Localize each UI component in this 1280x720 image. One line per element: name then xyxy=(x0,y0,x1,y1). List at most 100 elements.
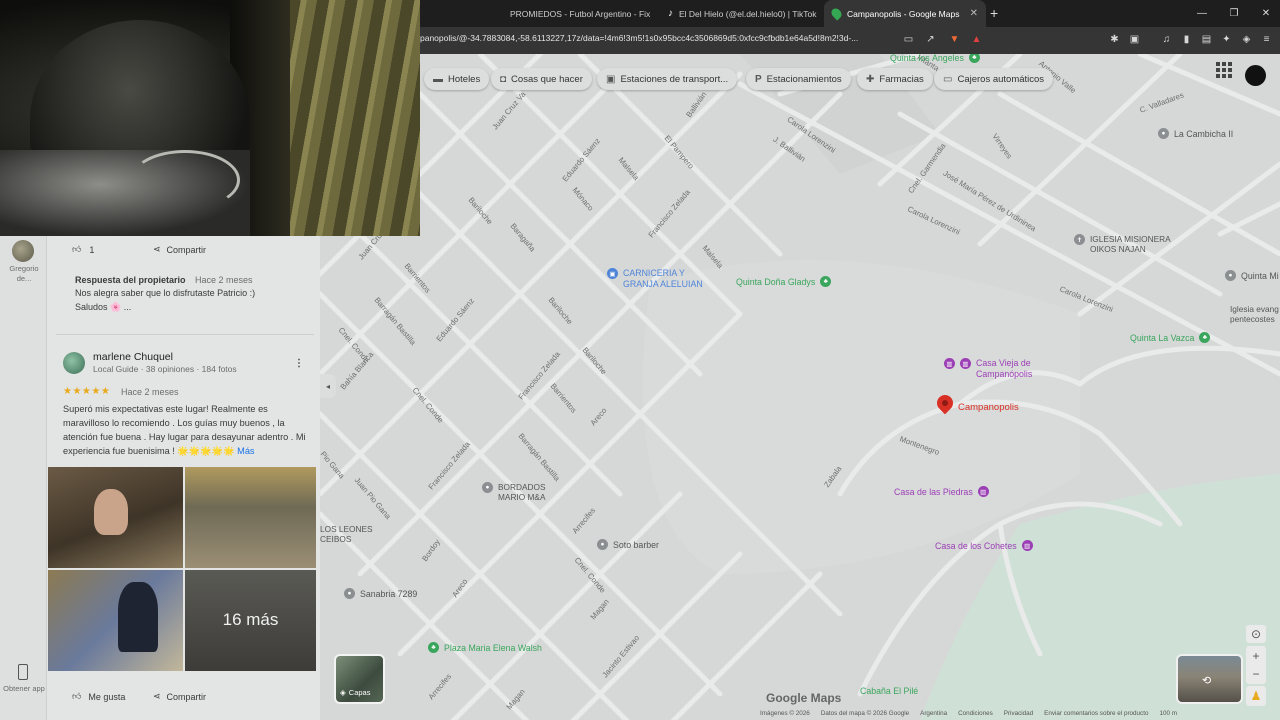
selected-place-label[interactable]: Campanopolis xyxy=(958,402,1019,413)
map-canvas[interactable]: Juan Cruz Va Ballivián El Pampero Malsel… xyxy=(320,54,1280,720)
menu-icon[interactable]: ≡ xyxy=(1260,33,1273,46)
owner-reply-title: Respuesta del propietario xyxy=(75,275,186,285)
review-time: Hace 2 meses xyxy=(121,387,179,397)
poi-marker[interactable]: ▣ CARNICERIA Y GRANJA ALELUIAN xyxy=(607,268,703,290)
more-options-icon[interactable]: ⋮ xyxy=(294,358,304,369)
museum-icon: ▥ xyxy=(1021,540,1033,551)
share-button[interactable]: ⋖ Compartir xyxy=(153,244,206,255)
new-tab-button[interactable]: + xyxy=(990,5,998,21)
poi-marker[interactable]: LOS LEONES CEIBOS xyxy=(320,524,373,544)
review-photo-more[interactable]: 16 más xyxy=(185,570,316,671)
collapse-panel-button[interactable]: ◂ xyxy=(320,374,336,398)
poi-marker[interactable]: Cabaña El Pilé xyxy=(860,686,918,696)
poi-marker[interactable]: Quinta La Vazca ♣ xyxy=(1130,332,1211,343)
chip-estaciones[interactable]: ▣ Estaciones de transport... xyxy=(597,68,738,90)
google-maps-icon xyxy=(829,6,844,21)
extensions-icon[interactable]: ✱ xyxy=(1108,33,1121,46)
museum-icon: ▥ xyxy=(977,486,989,497)
poi-marker[interactable]: Casa de los Cohetes ▥ xyxy=(935,540,1033,551)
wallet-icon[interactable]: ▤ xyxy=(1200,33,1213,46)
review-text: Superó mis expectativas este lugar! Real… xyxy=(63,404,306,456)
get-app-label[interactable]: Obtener app xyxy=(2,684,46,694)
share-button[interactable]: ⋖ Compartir xyxy=(153,691,206,702)
sidebar-icon[interactable]: ▮ xyxy=(1180,33,1193,46)
like-button[interactable]: 👍︎ Me gusta xyxy=(72,691,125,702)
brave-shield-icon[interactable]: ▼ xyxy=(948,33,961,46)
poi-marker[interactable]: ♣ Plaza Maria Elena Walsh xyxy=(428,642,542,653)
pegman-icon[interactable]: ♟ xyxy=(1246,686,1266,706)
chip-estacionamientos[interactable]: P Estacionamientos xyxy=(746,68,851,90)
review-photo[interactable] xyxy=(48,570,183,671)
chip-cosas-que-hacer[interactable]: ◘ Cosas que hacer xyxy=(491,68,592,90)
atm-icon: ▭ xyxy=(943,73,953,85)
poi-marker[interactable]: ✝ IGLESIA MISIONERA OIKOS NAJAN xyxy=(1074,234,1171,254)
webcam-overlay xyxy=(0,0,420,236)
church-icon: ✝ xyxy=(1074,234,1085,245)
layers-icon: ◈ xyxy=(340,688,346,697)
reviewer-meta: Local Guide · 38 opiniones · 184 fotos xyxy=(93,364,237,374)
review-photo[interactable] xyxy=(48,467,183,568)
layers-button[interactable]: ◈ Capas xyxy=(334,654,385,704)
leo-icon[interactable]: ✦ xyxy=(1220,33,1233,46)
poi-marker[interactable]: ● La Cambicha II xyxy=(1158,128,1233,139)
person-shape xyxy=(118,582,158,652)
park-icon: ♣ xyxy=(428,642,439,653)
vpn-icon[interactable]: ◈ xyxy=(1240,33,1253,46)
street-view-thumbnail[interactable]: ⟲ xyxy=(1176,654,1243,704)
tab-tiktok[interactable]: ♪ El Del Hielo (@el.del.hielo0) | TikTok xyxy=(660,0,820,27)
poi-marker[interactable]: Iglesia evang pentecostes xyxy=(1230,304,1279,324)
poi-marker[interactable]: Quinta los Ángeles ♣ xyxy=(890,54,980,63)
avatar[interactable] xyxy=(63,352,85,374)
rating-stars: ★★★★★ xyxy=(63,386,111,397)
more-photos-label: 16 más xyxy=(222,610,279,629)
poi-marker[interactable]: Casa de las Piedras ▥ xyxy=(894,486,989,497)
account-avatar[interactable] xyxy=(1245,65,1266,86)
reviewer-name-short[interactable]: Gregorio de... xyxy=(4,264,44,284)
music-icon[interactable]: ♫ xyxy=(1160,33,1173,46)
headphones xyxy=(130,150,240,210)
zoom-out-button[interactable]: − xyxy=(1252,667,1259,681)
screen-icon[interactable]: ▭ xyxy=(902,33,915,46)
park-icon: ♣ xyxy=(1199,332,1211,343)
google-maps-logo: Google Maps xyxy=(766,691,842,705)
place-icon: ● xyxy=(1158,128,1169,139)
tab-search-icon[interactable]: ▣ xyxy=(1128,33,1141,46)
review-photo[interactable] xyxy=(185,467,316,568)
more-link[interactable]: Más xyxy=(237,446,254,456)
chip-hoteles[interactable]: ▬ Hoteles xyxy=(424,68,490,90)
owner-reply-time: Hace 2 meses xyxy=(195,275,253,285)
poi-marker[interactable]: ● Soto barber xyxy=(597,539,659,550)
park-icon: ♣ xyxy=(820,276,832,287)
tab-promiedos[interactable]: PROMIEDOS - Futbol Argentino - Fix xyxy=(496,0,656,27)
tab-google-maps[interactable]: Campanopolis - Google Maps ✕ xyxy=(824,0,986,27)
thumbs-up-icon: 👍︎ xyxy=(72,244,82,254)
tiktok-icon: ♪ xyxy=(668,8,673,19)
apps-grid-icon[interactable] xyxy=(1216,62,1232,78)
rotate-view-icon: ⟲ xyxy=(1202,675,1212,687)
my-location-icon[interactable]: ⊙ xyxy=(1246,625,1266,643)
avatar[interactable] xyxy=(12,240,34,262)
chip-farmacias[interactable]: ✚ Farmacias xyxy=(857,68,933,90)
poi-marker[interactable]: ● Quinta Mi xyxy=(1225,270,1279,281)
park-icon: ♣ xyxy=(968,54,980,63)
phone-icon[interactable] xyxy=(18,664,28,680)
thumbs-up-icon: 👍︎ xyxy=(72,691,82,701)
restore-icon[interactable]: ❐ xyxy=(1218,0,1250,27)
poi-marker[interactable]: Quinta Doña Gladys ♣ xyxy=(736,276,832,287)
poi-marker[interactable]: ● Sanabria 7289 xyxy=(344,588,417,599)
close-tab-icon[interactable]: ✕ xyxy=(970,8,978,19)
share-icon[interactable]: ↗ xyxy=(924,33,937,46)
zoom-in-button[interactable]: + xyxy=(1252,649,1259,663)
url-text[interactable]: panopolis/@-34.7883084,-58.6113227,17z/d… xyxy=(420,33,858,48)
like-button[interactable]: 👍︎ 1 xyxy=(72,244,94,255)
minimize-icon[interactable]: — xyxy=(1186,0,1218,27)
reviewer-name[interactable]: marlene Chuquel xyxy=(93,351,173,363)
close-window-icon[interactable]: ✕ xyxy=(1250,0,1280,27)
owner-reply-text: Nos alegra saber que lo disfrutaste Patr… xyxy=(75,288,256,298)
poi-marker[interactable]: ▥ ▥ Casa Vieja de Campanópolis xyxy=(944,358,1032,380)
chip-cajeros[interactable]: ▭ Cajeros automáticos xyxy=(934,68,1054,90)
train-icon: ▣ xyxy=(606,73,616,85)
poi-marker[interactable]: ● BORDADOS MARIO M&A xyxy=(482,482,545,502)
camera-icon: ◘ xyxy=(500,73,507,85)
brave-rewards-icon[interactable]: ▲ xyxy=(970,33,983,46)
